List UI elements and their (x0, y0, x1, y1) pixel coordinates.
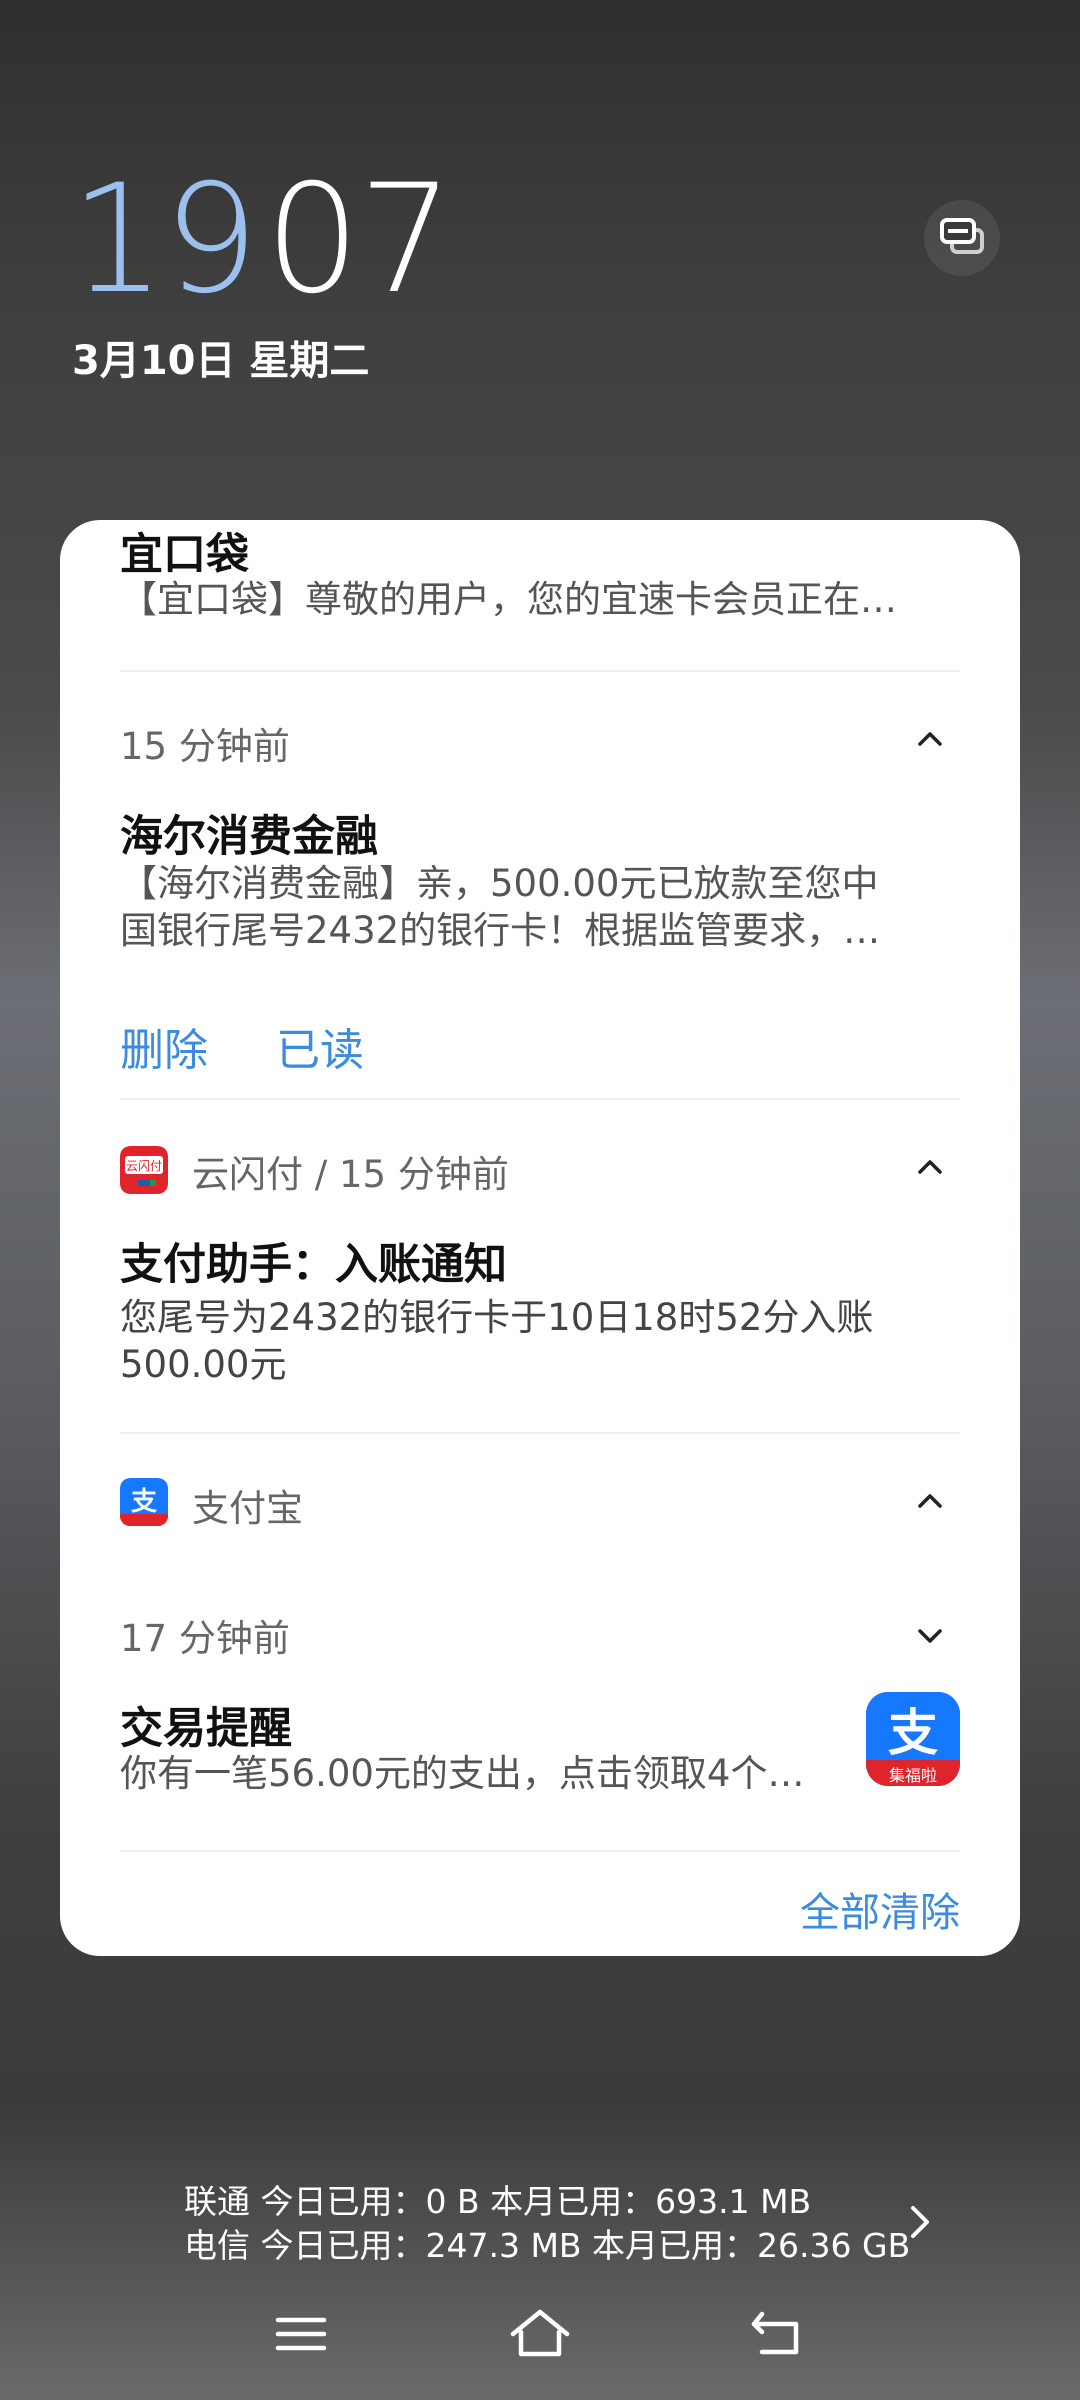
alipay-icon: 支 (120, 1478, 168, 1526)
notification-body-line[interactable]: 【海尔消费金融】亲，500.00元已放款至您中 (120, 860, 878, 907)
clock-hour: 19 (70, 153, 259, 327)
notification-body-line[interactable]: 您尾号为2432的银行卡于10日18时52分入账 (120, 1294, 873, 1341)
notification-body-line[interactable]: 500.00元 (120, 1341, 286, 1388)
data-usage-line: 联通 今日已用：0 B 本月已用：693.1 MB (184, 2182, 812, 2221)
mark-read-button[interactable]: 已读 (276, 1014, 364, 1078)
svg-text:支: 支 (131, 1487, 157, 1517)
notification-app-time: 云闪付 / 15 分钟前 (192, 1153, 509, 1196)
menu-icon[interactable] (266, 2306, 336, 2362)
home-icon[interactable] (505, 2306, 575, 2362)
alipay-badge-label: 集福啦 (888, 1766, 937, 1785)
date-label: 3月10日 星期二 (72, 338, 370, 384)
chevron-up-icon[interactable] (910, 1146, 950, 1186)
clear-all-button[interactable]: 全部清除 (800, 1880, 960, 1938)
notification-panel: 宜口袋 【宜口袋】尊敬的用户，您的宜速卡会员正在… 15 分钟前 海尔消费金融 … (60, 520, 1020, 1956)
back-icon[interactable] (744, 2306, 814, 2362)
data-usage-line: 电信 今日已用：247.3 MB 本月已用：26.36 GB (184, 2226, 911, 2265)
notification-body-line[interactable]: 国银行尾号2432的银行卡！根据监管要求，… (120, 907, 880, 954)
divider (120, 670, 960, 672)
divider (120, 1432, 960, 1434)
divider (120, 1098, 960, 1100)
notification-body[interactable]: 【宜口袋】尊敬的用户，您的宜速卡会员正在… (120, 576, 897, 623)
notification-title[interactable]: 交易提醒 (120, 1694, 292, 1756)
svg-text:支: 支 (888, 1704, 938, 1762)
yunshanfu-icon: 云闪付 (120, 1146, 168, 1194)
notification-app-name: 支付宝 (192, 1487, 303, 1530)
notification-time: 17 分钟前 (120, 1617, 290, 1660)
notification-title[interactable]: 宜口袋 (120, 520, 249, 582)
divider (120, 1850, 960, 1852)
notification-time: 15 分钟前 (120, 725, 290, 768)
alipay-large-icon[interactable]: 支 集福啦 (866, 1692, 960, 1786)
chevron-down-icon[interactable] (910, 1616, 950, 1656)
clock-minute: 07 (264, 153, 454, 327)
svg-text:云闪付: 云闪付 (126, 1159, 162, 1173)
notification-title[interactable]: 海尔消费金融 (120, 802, 378, 864)
chevron-up-icon[interactable] (910, 1480, 950, 1520)
notification-title[interactable]: 支付助手：入账通知 (120, 1230, 507, 1292)
clock: 1907 (70, 165, 454, 315)
delete-button[interactable]: 删除 (120, 1014, 208, 1078)
chevron-right-icon[interactable] (905, 2202, 935, 2246)
notification-stack-icon[interactable] (924, 200, 1000, 276)
chevron-up-icon[interactable] (910, 718, 950, 758)
data-usage[interactable]: 联通 今日已用：0 B 本月已用：693.1 MB 电信 今日已用：247.3 … (184, 2180, 910, 2268)
notification-body[interactable]: 你有一笔56.00元的支出，点击领取4个… (120, 1750, 804, 1797)
